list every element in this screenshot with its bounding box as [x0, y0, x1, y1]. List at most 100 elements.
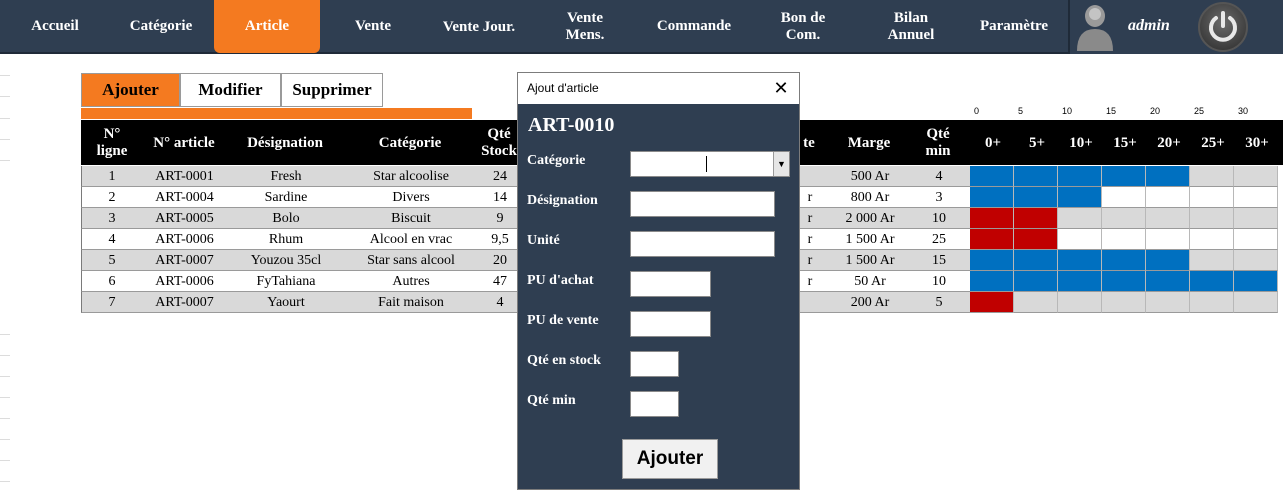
gauge-cell — [1102, 187, 1146, 208]
gauge-cell — [1014, 271, 1058, 292]
gridline — [0, 376, 10, 377]
gauge-cell — [970, 292, 1014, 313]
stock-gauge — [970, 271, 1283, 292]
cell-num: 6 — [108, 273, 116, 289]
gauge-cell — [1146, 250, 1190, 271]
gauge-tick: 20 — [1150, 106, 1161, 116]
header-designation: Désignation — [247, 134, 323, 151]
cell-num: 7 — [108, 294, 116, 310]
nav-article[interactable]: Article — [214, 0, 320, 53]
label-pu-vente: PU de vente — [527, 313, 599, 328]
nav-bon-de-com[interactable]: Bon de Com. — [764, 0, 842, 52]
chevron-down-icon[interactable]: ▼ — [773, 152, 789, 176]
gauge-cell — [1102, 166, 1146, 187]
gauge-cell — [1102, 292, 1146, 313]
pu-vente-field[interactable] — [630, 311, 711, 337]
gauge-cell — [1146, 166, 1190, 187]
designation-field[interactable] — [630, 191, 775, 217]
qte-stock-field[interactable] — [630, 351, 679, 377]
gauge-cell — [1014, 187, 1058, 208]
tab-supprimer[interactable]: Supprimer — [281, 73, 383, 107]
cell-stock: 4 — [496, 294, 504, 310]
label-unite: Unité — [527, 233, 560, 248]
cell-qtemin: 4 — [935, 168, 943, 184]
nav-accueil[interactable]: Accueil — [14, 0, 96, 52]
gauge-cell — [1146, 208, 1190, 229]
nav-categorie[interactable]: Catégorie — [117, 0, 205, 52]
dialog-title: Ajout d'article — [527, 81, 599, 95]
cell-categorie: Biscuit — [391, 210, 431, 226]
header-qte-min: Qté min — [925, 126, 951, 159]
cell-te — [800, 292, 820, 313]
user-name: admin — [1128, 17, 1170, 34]
cell-article: ART-0006 — [155, 273, 214, 289]
header-categorie: Catégorie — [378, 134, 442, 151]
label-pu-achat: PU d'achat — [527, 273, 594, 288]
gauge-tick: 5 — [1018, 106, 1024, 116]
cell-qtemin: 15 — [932, 252, 946, 268]
gauge-cell — [1190, 166, 1234, 187]
gauge-cell — [1234, 229, 1278, 250]
header-marge: Marge — [847, 134, 891, 151]
gauge-cell — [1014, 208, 1058, 229]
categorie-select[interactable]: ▼ — [630, 151, 790, 177]
cell-marge: 1 500 Ar — [845, 231, 895, 247]
nav-vente-jour[interactable]: Vente Jour. — [440, 0, 518, 52]
nav-vente[interactable]: Vente — [338, 0, 408, 52]
tab-modifier[interactable]: Modifier — [180, 73, 281, 107]
label-qte-stock: Qté en stock — [527, 353, 601, 368]
cell-stock: 47 — [493, 273, 507, 289]
cell-designation: Rhum — [268, 231, 304, 247]
gridline — [0, 160, 10, 161]
gauge-tick: 15 — [1106, 106, 1117, 116]
cell-categorie: Divers — [392, 189, 430, 205]
cell-categorie: Autres — [392, 273, 430, 289]
gridline — [0, 397, 10, 398]
cell-article: ART-0001 — [155, 168, 214, 184]
cell-categorie: Star alcoolise — [373, 168, 449, 184]
cell-designation: Bolo — [272, 210, 300, 226]
qte-min-field[interactable] — [630, 391, 679, 417]
gauge-cell — [1190, 271, 1234, 292]
gauge-cell — [1234, 187, 1278, 208]
nav-commande[interactable]: Commande — [646, 0, 742, 52]
stock-gauge — [970, 208, 1283, 229]
cell-stock: 9,5 — [491, 231, 509, 247]
cell-categorie: Fait maison — [378, 294, 444, 310]
cell-te: r — [807, 189, 813, 205]
ajouter-button[interactable]: Ajouter — [622, 439, 718, 479]
gridline — [0, 118, 10, 119]
gauge-cell — [1190, 208, 1234, 229]
power-button[interactable] — [1198, 2, 1248, 52]
stock-gauge — [970, 166, 1283, 187]
gauge-cell — [1146, 187, 1190, 208]
gridline — [0, 96, 10, 97]
cell-marge: 500 Ar — [850, 168, 890, 184]
gauge-cell — [1190, 187, 1234, 208]
gauge-cell — [1190, 229, 1234, 250]
cell-article: ART-0007 — [155, 294, 214, 310]
unite-field[interactable] — [630, 231, 775, 257]
cell-designation: Fresh — [270, 168, 302, 184]
gauge-tick: 10 — [1062, 106, 1073, 116]
tab-ajouter[interactable]: Ajouter — [81, 73, 180, 107]
gauge-cell — [1058, 250, 1102, 271]
nav-vente-mens[interactable]: Vente Mens. — [547, 0, 623, 52]
pu-achat-field[interactable] — [630, 271, 711, 297]
cell-qtemin: 25 — [932, 231, 946, 247]
header-stock: Qté Stock — [481, 126, 517, 159]
nav-parametre[interactable]: Paramètre — [968, 0, 1060, 52]
nav-bilan-annuel[interactable]: Bilan Annuel — [876, 0, 946, 52]
cell-article: ART-0007 — [155, 252, 214, 268]
article-code: ART-0010 — [528, 114, 615, 136]
cell-qtemin: 5 — [935, 294, 943, 310]
gauge-cell — [1058, 292, 1102, 313]
gridline — [0, 418, 10, 419]
cell-qtemin: 10 — [932, 273, 946, 289]
close-icon[interactable]: ✕ — [771, 78, 791, 98]
gauge-cell — [1058, 208, 1102, 229]
cell-categorie: Alcool en vrac — [369, 231, 453, 247]
gridline — [0, 355, 10, 356]
gauge-cell — [1190, 250, 1234, 271]
power-icon — [1209, 11, 1237, 42]
